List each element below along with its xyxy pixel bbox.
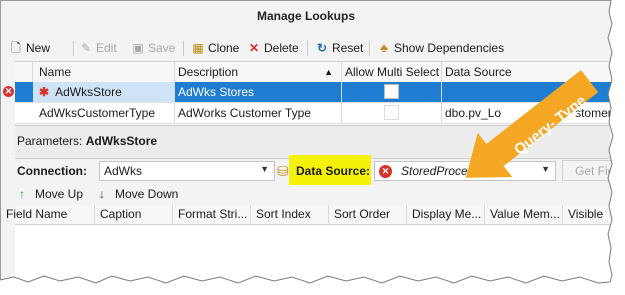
- cell-allow-multi-select[interactable]: [342, 82, 442, 102]
- save-icon: ▣: [132, 41, 144, 55]
- delete-x-icon: ✕: [248, 41, 260, 55]
- parameters-label: Parameters:: [17, 134, 83, 148]
- table-row[interactable]: ✕ ✱ AdWksStore AdWks Stores: [3, 82, 611, 103]
- manage-lookups-window: Manage Lookups 🗋 New ✎ Edit ▣ Save ▦ Clone ✕…: [0, 0, 611, 281]
- column-header-field-name[interactable]: Field Name: [1, 205, 95, 224]
- toolbar-divider: [307, 41, 308, 56]
- new-button[interactable]: 🗋 New: [9, 37, 50, 59]
- delete-button[interactable]: ✕ Delete: [247, 37, 299, 59]
- edit-button[interactable]: ✎ Edit: [79, 37, 117, 59]
- get-fields-button[interactable]: Get Fiel: [562, 160, 611, 181]
- parameters-grid-header: Field Name Caption Format Stri... Sort I…: [6, 205, 611, 225]
- clone-button[interactable]: ▦ Clone: [191, 37, 239, 59]
- toolbar-divider: [73, 41, 74, 56]
- new-document-icon: 🗋: [11, 41, 21, 55]
- cell-allow-multi-select[interactable]: [342, 103, 442, 123]
- arrow-up-icon: ↑: [19, 187, 25, 201]
- refresh-icon: ↻: [316, 41, 328, 55]
- column-header-name[interactable]: Name: [33, 62, 175, 82]
- column-header-description[interactable]: Description ▲: [175, 62, 342, 82]
- table-row[interactable]: AdWksCustomerType AdWorks Customer Type …: [15, 103, 611, 124]
- toolbar: 🗋 New ✎ Edit ▣ Save ▦ Clone ✕ Delete ↻ Reset ♣…: [1, 37, 611, 59]
- save-button[interactable]: ▣ Save: [131, 37, 175, 59]
- column-header-data-source[interactable]: Data Source: [442, 62, 611, 82]
- show-dependencies-button[interactable]: ♣ Show Dependencies: [377, 37, 504, 59]
- clone-icon: ▦: [192, 41, 204, 55]
- allow-multi-select-checkbox[interactable]: [384, 105, 399, 121]
- cell-name[interactable]: ✱ AdWksStore: [33, 82, 175, 102]
- chevron-down-icon: ▼: [541, 164, 550, 174]
- required-asterisk-icon: ✱: [39, 85, 50, 99]
- arrow-down-icon: ↓: [99, 187, 105, 201]
- row-indicator-header: [15, 62, 33, 82]
- connection-select[interactable]: AdWks ▼: [99, 161, 275, 181]
- column-header-value-member[interactable]: Value Mem...: [485, 205, 563, 224]
- column-header-sort-order[interactable]: Sort Order: [329, 205, 407, 224]
- move-down-button[interactable]: ↓ Move Down: [99, 187, 178, 201]
- dropdown-arrow-icon: ▼: [495, 166, 504, 176]
- column-header-format-string[interactable]: Format Stri...: [173, 205, 251, 224]
- error-icon: ✕: [3, 86, 14, 97]
- allow-multi-select-checkbox[interactable]: [384, 84, 399, 100]
- lookups-grid: Name Description ▲ Allow Multi Select Da…: [3, 61, 611, 124]
- window-title: Manage Lookups: [256, 9, 355, 23]
- dependencies-icon: ♣: [380, 41, 388, 55]
- column-header-visible[interactable]: Visible: [563, 205, 611, 224]
- cell-description[interactable]: AdWks Stores: [175, 82, 342, 102]
- lookups-grid-header: Name Description ▲ Allow Multi Select Da…: [15, 62, 611, 83]
- error-icon: ✕: [379, 165, 392, 178]
- move-toolbar: ↑ Move Up ↓ Move Down: [1, 186, 611, 204]
- parameters-header: Parameters: AdWksStore: [15, 125, 611, 159]
- toolbar-divider: [369, 41, 370, 56]
- reset-button[interactable]: ↻ Reset: [315, 37, 363, 59]
- cell-name[interactable]: AdWksCustomerType: [33, 103, 175, 123]
- edit-icon: ✎: [80, 41, 92, 55]
- data-source-select[interactable]: ✕ StoredProcedure ▼ ▼: [374, 161, 556, 181]
- parameters-grid: Field Name Caption Format Stri... Sort I…: [6, 205, 611, 281]
- connection-label: Connection:: [17, 164, 87, 178]
- column-header-allow-multi-select[interactable]: Allow Multi Select: [342, 62, 442, 82]
- column-header-sort-index[interactable]: Sort Index: [251, 205, 329, 224]
- column-header-display-member[interactable]: Display Me...: [407, 205, 485, 224]
- move-up-button[interactable]: ↑ Move Up: [19, 187, 83, 201]
- parameters-lookup-name: AdWksStore: [85, 134, 158, 148]
- column-header-caption[interactable]: Caption: [95, 205, 173, 224]
- cell-description[interactable]: AdWorks Customer Type: [175, 103, 342, 123]
- cell-data-source[interactable]: [442, 82, 611, 102]
- chevron-down-icon: ▼: [260, 164, 269, 174]
- database-edit-icon[interactable]: ⛁: [277, 163, 289, 180]
- sort-ascending-icon: ▲: [324, 67, 333, 77]
- cell-data-source[interactable]: dbo.pv_LostomerType: [442, 103, 611, 123]
- data-source-label: Data Source:: [296, 164, 371, 178]
- toolbar-divider: [183, 41, 184, 56]
